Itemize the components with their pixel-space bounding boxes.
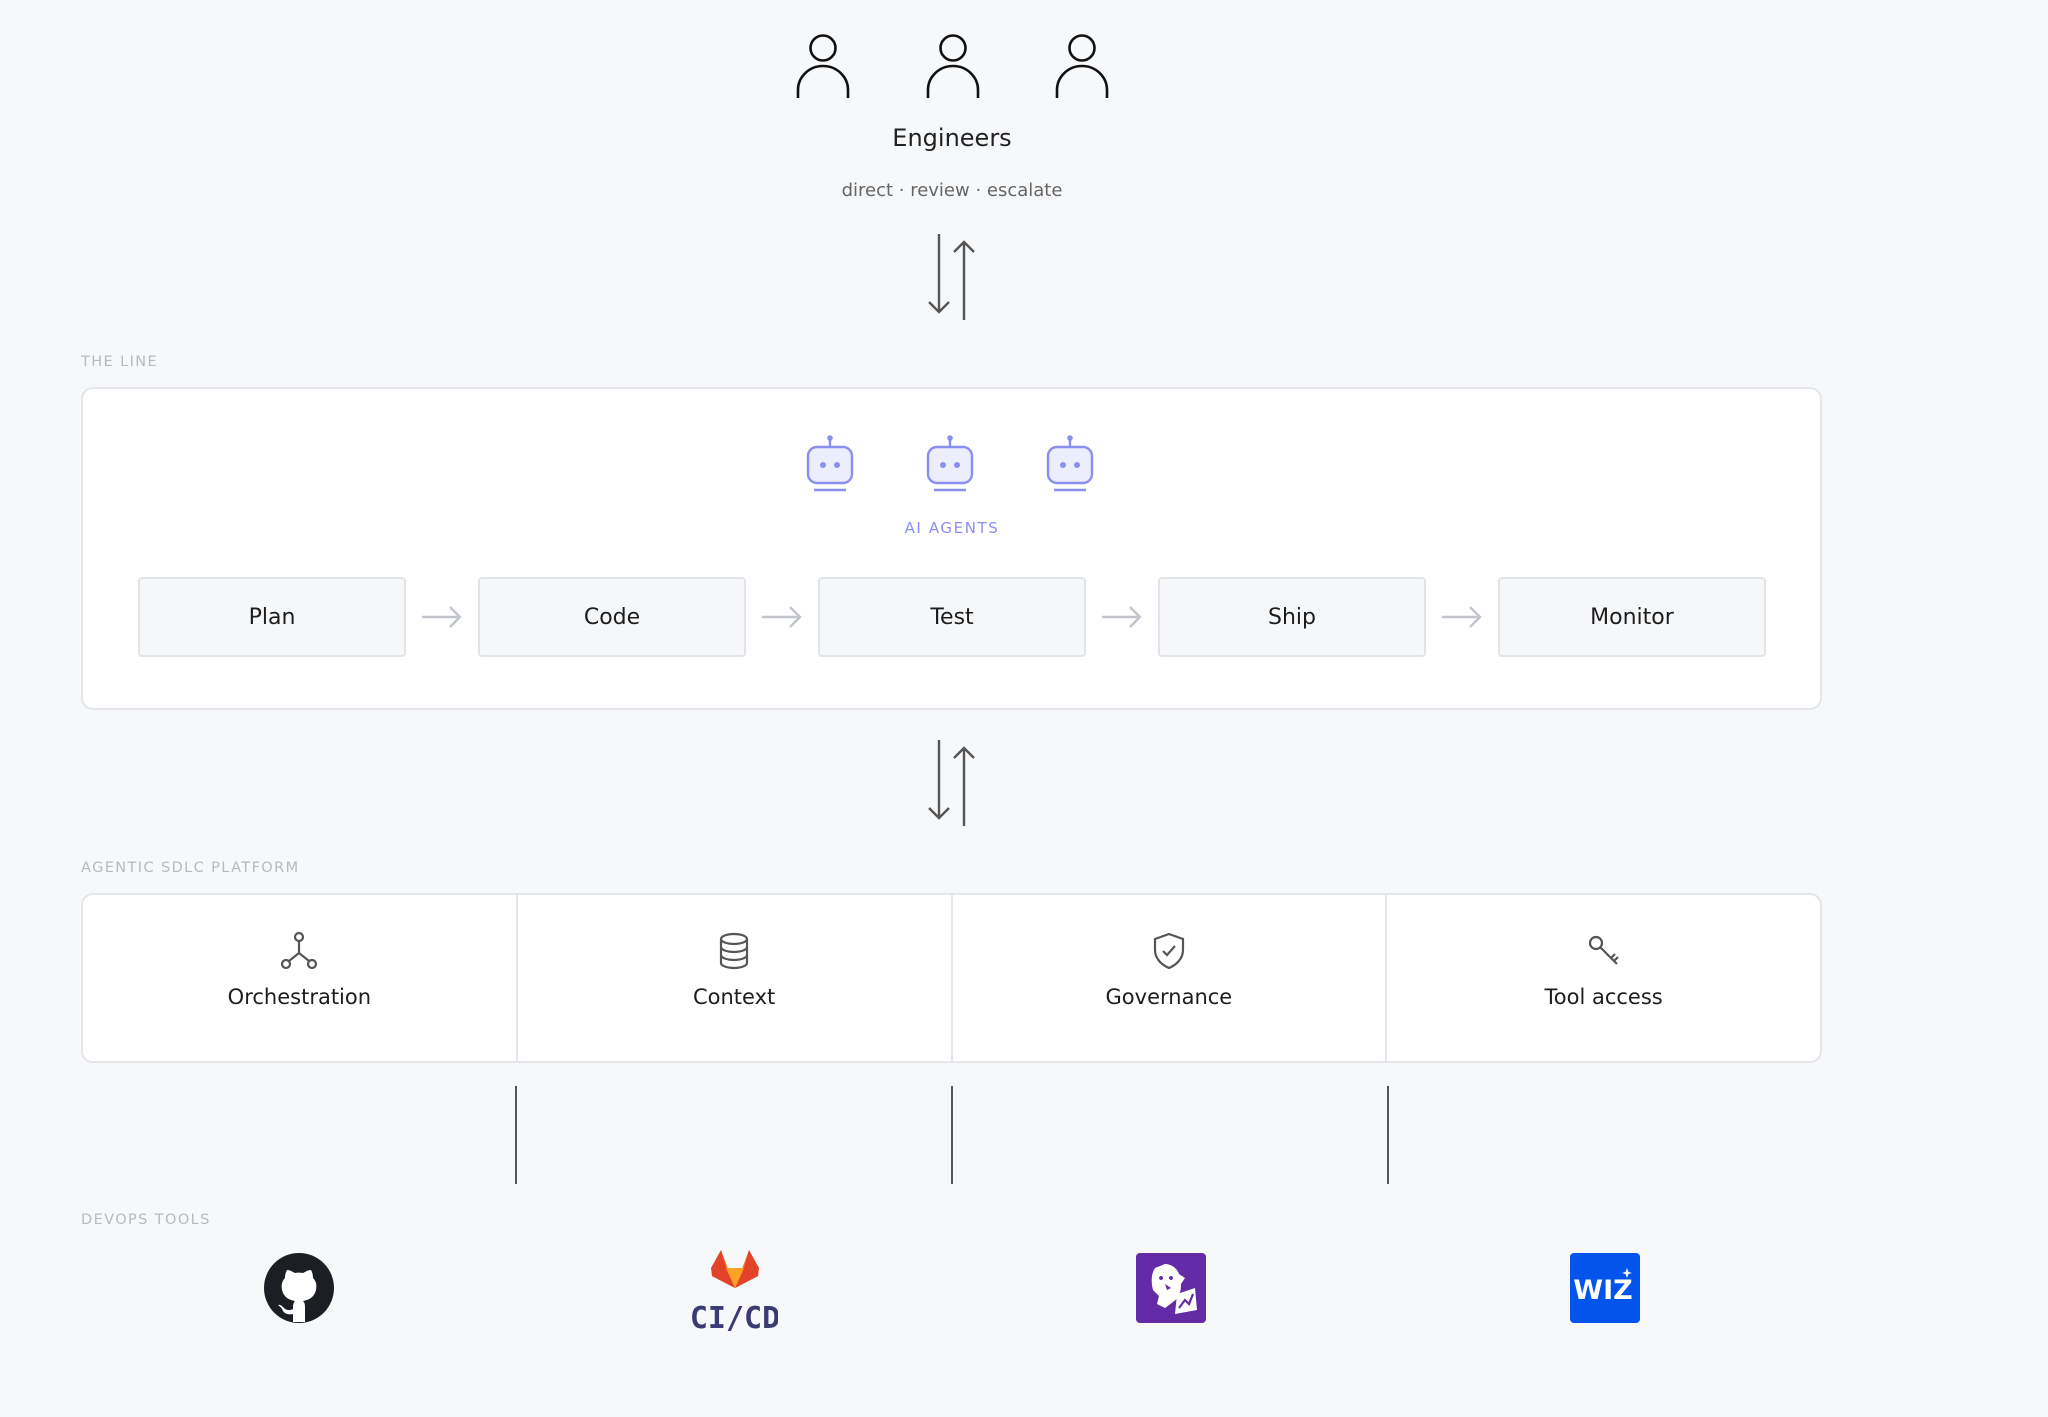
bidirectional-arrow-icon — [928, 234, 975, 320]
right-arrow-icon — [1102, 606, 1142, 628]
robot-icon — [926, 435, 974, 492]
bidirectional-arrow-icon — [928, 740, 975, 826]
platform-item-label: Context — [692, 985, 776, 1009]
platform-item-label: Governance — [1105, 985, 1233, 1009]
platform-box: Orchestration Context Governance Tool ac… — [81, 893, 1822, 1063]
database-icon — [720, 932, 749, 970]
stage-plan[interactable]: Plan — [138, 577, 406, 657]
datadog-logo-icon[interactable] — [1135, 1252, 1207, 1324]
right-arrow-icon — [762, 606, 802, 628]
the-line-label: THE LINE — [81, 354, 159, 370]
platform-tool-access[interactable]: Tool access — [1385, 895, 1820, 1061]
github-logo-icon — [264, 1253, 334, 1323]
platform-governance[interactable]: Governance — [950, 895, 1386, 1061]
wiz-logo-icon[interactable]: WIZ — [1569, 1252, 1641, 1324]
key-icon — [1588, 935, 1619, 965]
github-logo-icon[interactable] — [263, 1252, 335, 1324]
engineers-title: Engineers — [892, 124, 1012, 152]
robot-icon — [1046, 435, 1094, 492]
gitlab-cicd-logo-icon[interactable]: CI/CD — [690, 1244, 780, 1336]
ai-agents-label: AI AGENTS — [904, 519, 1000, 537]
wiz-logo-icon: WIZ — [1570, 1253, 1640, 1323]
svg-text:CI/CD: CI/CD — [692, 1301, 778, 1332]
platform-orchestration[interactable]: Orchestration — [83, 895, 516, 1061]
svg-text:WIZ: WIZ — [1573, 1275, 1632, 1306]
engineers-icons — [795, 32, 1110, 102]
connector-line — [515, 1086, 517, 1184]
platform-item-label: Orchestration — [227, 985, 372, 1009]
shield-check-icon — [1153, 932, 1184, 970]
stage-monitor[interactable]: Monitor — [1498, 577, 1766, 657]
engineers-subtitle: direct · review · escalate — [841, 180, 1063, 201]
devops-tools-label: DEVOPS TOOLS — [81, 1212, 211, 1228]
datadog-logo-icon — [1136, 1253, 1206, 1323]
person-icon — [926, 34, 979, 98]
stage-ship[interactable]: Ship — [1158, 577, 1426, 657]
right-arrow-icon — [1442, 606, 1482, 628]
stage-code[interactable]: Code — [478, 577, 746, 657]
right-arrow-icon — [422, 606, 462, 628]
gitlab-cicd-logo-icon: CI/CD — [690, 1250, 780, 1336]
connector-line — [951, 1086, 953, 1184]
platform-label: AGENTIC SDLC PLATFORM — [81, 860, 300, 876]
connector-line — [1387, 1086, 1389, 1184]
person-icon — [1055, 34, 1109, 98]
fork-nodes-icon — [281, 931, 318, 970]
platform-item-label: Tool access — [1544, 985, 1663, 1009]
agents-icons — [805, 434, 1095, 494]
person-icon — [796, 34, 850, 98]
stage-test[interactable]: Test — [818, 577, 1086, 657]
robot-icon — [806, 435, 854, 492]
platform-context[interactable]: Context — [515, 895, 951, 1061]
